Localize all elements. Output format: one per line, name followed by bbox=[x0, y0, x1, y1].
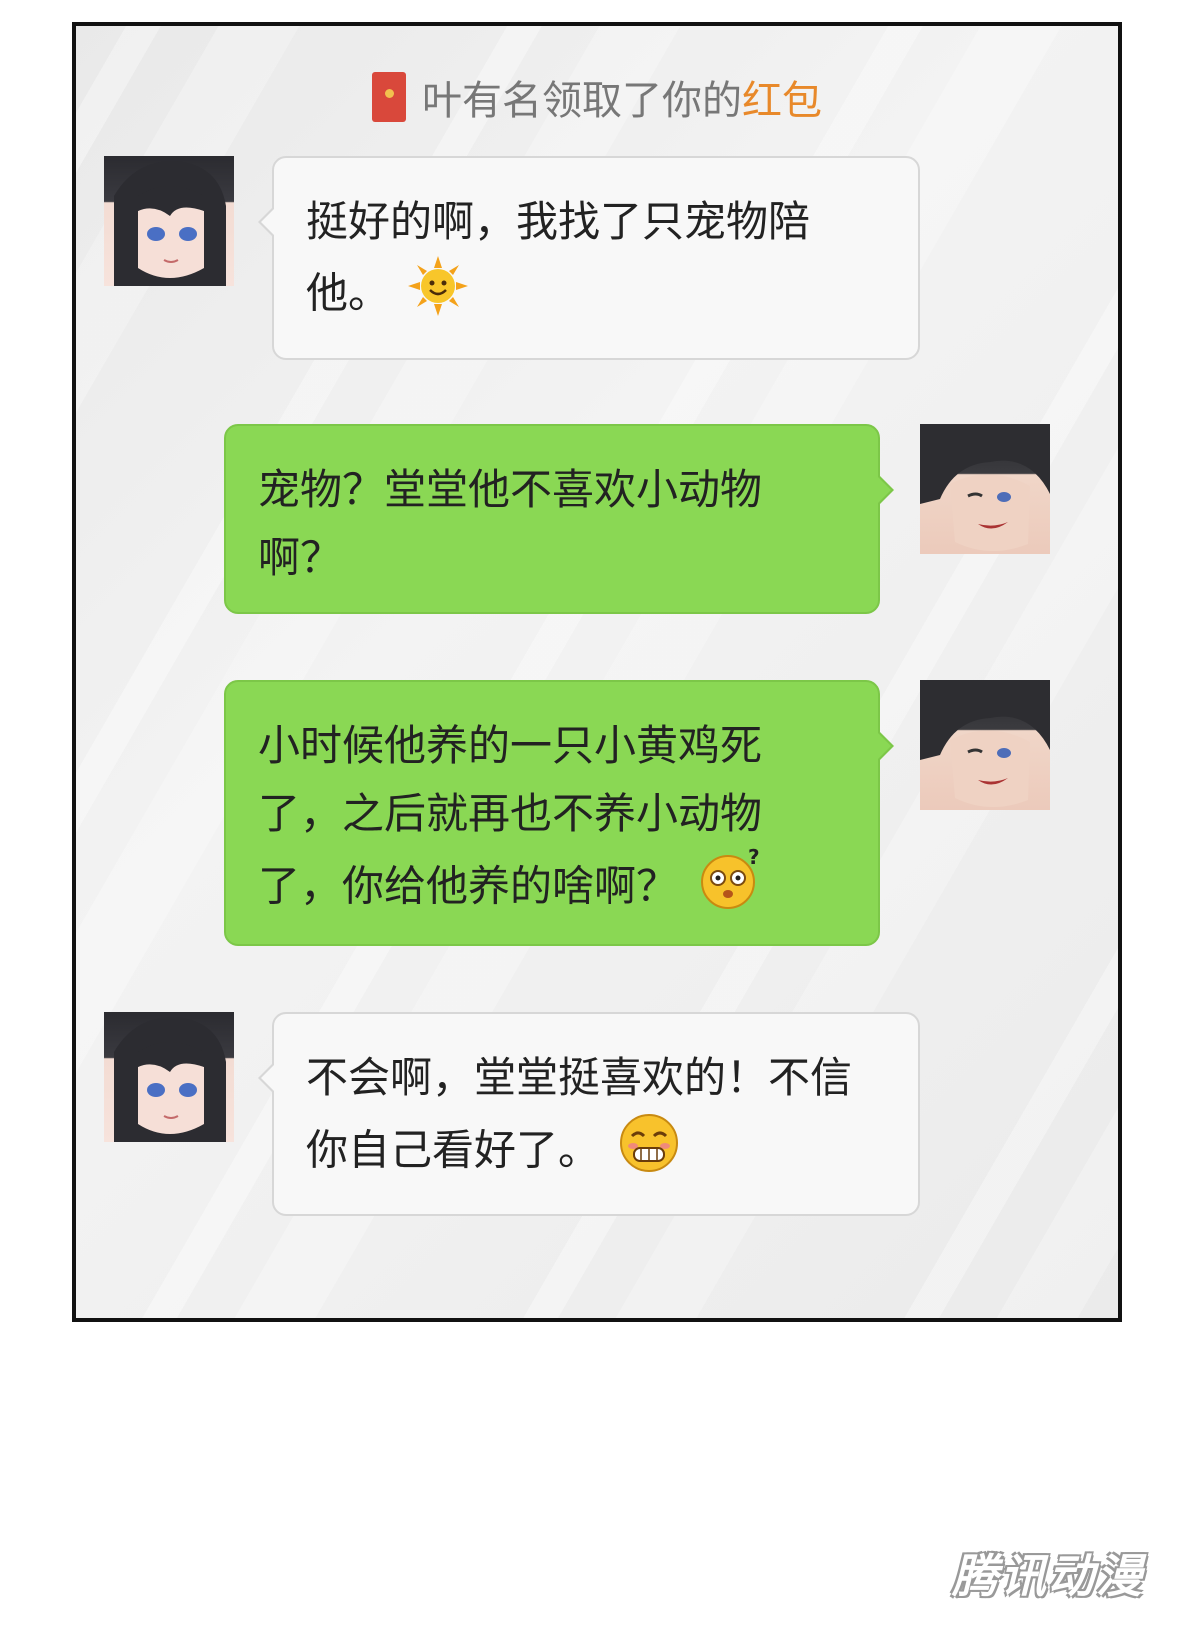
message-bubble-4[interactable]: 不会啊，堂堂挺喜欢的！不信 你自己看好了。 bbox=[258, 1012, 920, 1216]
red-envelope-icon bbox=[372, 72, 406, 122]
message-line: 小时候他养的一只小黄鸡死 bbox=[258, 721, 763, 770]
message-bubble-1[interactable]: 挺好的啊，我找了只宠物陪 他。 bbox=[258, 156, 920, 360]
message-line: 你自己看好了。 bbox=[306, 1125, 601, 1175]
avatar-female[interactable] bbox=[104, 156, 234, 286]
message-line: 啊？ bbox=[258, 533, 343, 582]
message-line: 了，你给他养的啥啊？ bbox=[258, 861, 679, 911]
avatar-female[interactable] bbox=[104, 1012, 234, 1142]
notice-highlight[interactable]: 红包 bbox=[742, 78, 822, 124]
message-line: 不会啊，堂堂挺喜欢的！不信 bbox=[306, 1053, 853, 1102]
message-line: 了，之后就再也不养小动物 bbox=[258, 789, 763, 838]
red-packet-notice: 叶有名领取了你的红包 bbox=[76, 68, 1118, 126]
svg-text:?: ? bbox=[748, 848, 760, 869]
chat-frame: 叶有名领取了你的红包 挺好的啊，我找了只宠物陪 他。 宠物？堂堂他不喜欢小动物 … bbox=[72, 22, 1122, 1322]
grinning-face-icon bbox=[618, 1112, 680, 1194]
notice-text: 叶有名领取了你的 bbox=[422, 78, 742, 124]
message-bubble-3[interactable]: 小时候他养的一只小黄鸡死 了，之后就再也不养小动物 了，你给他养的啥啊？ ? bbox=[224, 680, 894, 946]
message-bubble-2[interactable]: 宠物？堂堂他不喜欢小动物 啊？ bbox=[224, 424, 894, 614]
confused-face-icon: ? bbox=[696, 845, 768, 930]
watermark-logo: 腾讯动漫 bbox=[952, 1549, 1144, 1603]
sun-face-icon bbox=[408, 256, 469, 336]
message-line: 他。 bbox=[306, 268, 391, 318]
avatar-male[interactable] bbox=[920, 424, 1050, 554]
message-line: 挺好的啊，我找了只宠物陪 bbox=[306, 197, 811, 246]
avatar-male[interactable] bbox=[920, 680, 1050, 810]
message-line: 宠物？堂堂他不喜欢小动物 bbox=[258, 465, 763, 514]
